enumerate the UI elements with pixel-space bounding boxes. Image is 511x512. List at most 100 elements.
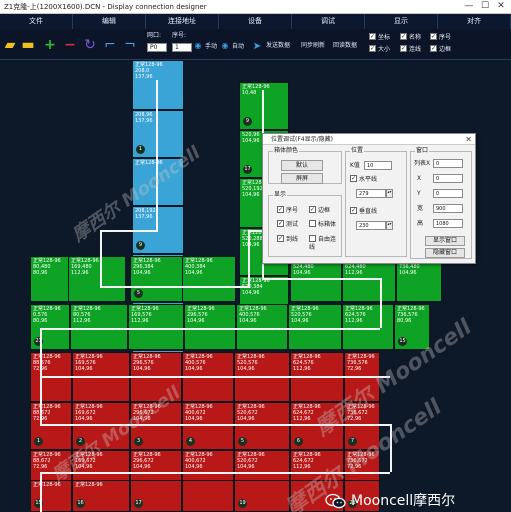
menu-align[interactable]: 对齐 [438, 14, 511, 29]
dialog-close-button[interactable]: ✕ [465, 134, 472, 145]
checkbox-icon[interactable] [309, 235, 316, 242]
port-select[interactable]: P0 [147, 43, 167, 52]
check-coord[interactable]: ✓ 坐标 [369, 33, 390, 42]
manual-icon[interactable]: ◉ [193, 41, 203, 51]
maximize-button[interactable]: ☐ [477, 0, 493, 14]
check-link[interactable]: ✓ 连线 [400, 45, 421, 54]
manual-label[interactable]: 手动 [205, 43, 217, 51]
receiver-card-tile[interactable]: 17 [130, 480, 182, 512]
receiver-card-tile[interactable]: 正常128-96 169,576 112,96 [128, 304, 184, 350]
checkbox-icon[interactable]: ✓ [400, 45, 407, 52]
receiver-card-tile[interactable] [182, 480, 234, 512]
wechat-icon [325, 493, 346, 509]
win-input-x[interactable]: 0 [433, 174, 463, 183]
menu-debug[interactable]: 调试 [292, 14, 365, 29]
receiver-card-tile[interactable]: 正常128-96 296,576 104,96 [184, 304, 236, 350]
checkbox-icon[interactable]: ✓ [309, 206, 316, 213]
checkbox-icon[interactable]: ✓ [350, 175, 357, 182]
spin-icon[interactable]: ▴▾ [386, 189, 393, 198]
checkbox-icon[interactable]: ✓ [277, 206, 284, 213]
add-icon[interactable]: + [42, 37, 58, 53]
dlg-check-test[interactable]: ✓ 测试 [277, 220, 298, 229]
tile-label: 112,96 [73, 318, 91, 324]
menu-display[interactable]: 显示 [365, 14, 438, 29]
folder-icon[interactable]: ▬ [20, 37, 36, 53]
send-data-button[interactable]: 发送数据 [266, 42, 290, 50]
horizontal-line-check[interactable]: ✓ 水平线 [350, 175, 377, 184]
win-input-listx[interactable]: 0 [433, 159, 463, 168]
vertical-line-input[interactable]: 230 [356, 221, 386, 230]
receiver-card-tile[interactable]: 正常128-96 400,384 104,96 [182, 256, 236, 302]
menu-file[interactable]: 文件 [0, 14, 73, 29]
dlg-check-border[interactable]: ✓ 边框 [309, 206, 330, 215]
receiver-card-tile[interactable]: 正常128-96 15 [30, 480, 72, 512]
menu-device[interactable]: 设备 [219, 14, 292, 29]
receiver-card-tile[interactable]: 正常128-96 169,480 112,96 [68, 256, 126, 302]
checkbox-icon[interactable]: ✓ [350, 207, 357, 214]
tile-label: 80,96 [397, 318, 412, 324]
default-button[interactable]: 默认 [281, 160, 323, 171]
send-icon[interactable]: ➤ [250, 39, 264, 52]
receiver-card-tile[interactable]: 正常128-96 520,576 104,96 [288, 304, 342, 350]
minimize-button[interactable]: — [461, 0, 477, 14]
dlg-check-box[interactable]: 标箱体 [309, 220, 336, 229]
screen-button[interactable]: 屏屏 [281, 173, 323, 184]
receiver-card-tile[interactable]: 正常128-96 520,672 104,96 5 [234, 402, 290, 450]
receiver-card-tile[interactable]: 正常128-96 624,576 112,96 [342, 304, 394, 350]
win-input-y[interactable]: 0 [433, 189, 463, 198]
check-size[interactable]: ✓ 大小 [369, 45, 390, 54]
layout-canvas[interactable]: 正常128-96 208,0 137,96 208,96 137,96 1 正常128-96… [0, 60, 511, 512]
align-right-icon[interactable]: ¬ [122, 37, 138, 53]
show-window-button[interactable]: 显示窗口 [425, 236, 465, 246]
remove-icon[interactable]: − [62, 37, 78, 53]
win-input-height[interactable]: 1080 [433, 219, 463, 228]
close-button[interactable]: ✕ [493, 0, 509, 14]
check-border[interactable]: ✓ 边框 [430, 45, 451, 54]
receiver-card-tile[interactable]: 正常128-96 80,576 112,96 [70, 304, 128, 350]
menu-edit[interactable]: 编辑 [73, 14, 146, 29]
checkbox-icon[interactable]: ✓ [430, 33, 437, 40]
hide-window-button[interactable]: 隐藏窗口 [425, 248, 465, 258]
auto-icon[interactable]: ◉ [220, 41, 230, 51]
spin-icon[interactable]: ▴▾ [386, 221, 393, 230]
receiver-card-tile[interactable]: 正常128-96 0,576 80,96 21 [30, 304, 70, 350]
serial-input[interactable]: 1 [172, 43, 192, 52]
connection-line [40, 328, 42, 378]
receiver-card-tile[interactable]: 正常128-96 16 [72, 480, 130, 512]
auto-label[interactable]: 自动 [232, 43, 244, 51]
receiver-card-tile[interactable]: 正常128-9688,67272,961 [30, 402, 72, 450]
dlg-check-serial[interactable]: ✓ 序号 [277, 206, 298, 215]
horizontal-line-input[interactable]: 279 [356, 189, 386, 198]
open-icon[interactable]: ▰ [2, 37, 18, 53]
checkbox-icon[interactable]: ✓ [277, 220, 284, 227]
connection-line [100, 230, 102, 286]
receiver-card-tile[interactable]: 正常128-96 400,672 104,96 4 [182, 402, 234, 450]
receiver-card-tile[interactable]: 正常128-96 10,48 9 [239, 82, 289, 130]
checkbox-icon[interactable]: ✓ [400, 33, 407, 40]
checkbox-icon[interactable]: ✓ [369, 33, 376, 40]
receiver-card-tile[interactable]: 正常128-96 208,0 137,96 [132, 60, 184, 110]
menu-connection-address[interactable]: 连接地址 [146, 14, 219, 29]
tile-number-badge: 5 [238, 437, 247, 446]
readback-button[interactable]: 回读数据 [333, 42, 357, 50]
checkbox-icon[interactable] [309, 220, 316, 227]
receiver-card-tile[interactable]: 正常128-96 400,576 104,96 [236, 304, 288, 350]
align-left-icon[interactable]: ⌐ [102, 37, 118, 53]
sync-refresh-button[interactable]: 同步刷新 [301, 42, 325, 50]
checkbox-icon[interactable]: ✓ [277, 235, 284, 242]
k-input[interactable]: 10 [364, 161, 392, 170]
receiver-card-tile[interactable]: 正常128-96 296,384 104,96 5 [130, 256, 184, 302]
position-debug-dialog: 位置调试(F4显示/隐藏) ✕ 箱体颜色 默认 屏屏 显示 ✓ 序号 ✓ 边框 ✓ 测… [262, 133, 476, 264]
tile-number-badge: 6 [294, 437, 303, 446]
check-name[interactable]: ✓ 名称 [400, 33, 421, 42]
checkbox-icon[interactable]: ✓ [369, 45, 376, 52]
win-label-y: Y [417, 190, 421, 197]
tile-label: 112,96 [345, 318, 363, 324]
dlg-check-line[interactable]: ✓ 到线 [277, 235, 298, 244]
win-input-width[interactable]: 900 [433, 204, 463, 213]
dlg-check-free-line[interactable]: 自由连线 [309, 235, 341, 252]
vertical-line-check[interactable]: ✓ 垂直线 [350, 207, 377, 216]
checkbox-icon[interactable]: ✓ [430, 45, 437, 52]
check-serial[interactable]: ✓ 序号 [430, 33, 451, 42]
refresh-icon[interactable]: ↻ [82, 37, 98, 53]
